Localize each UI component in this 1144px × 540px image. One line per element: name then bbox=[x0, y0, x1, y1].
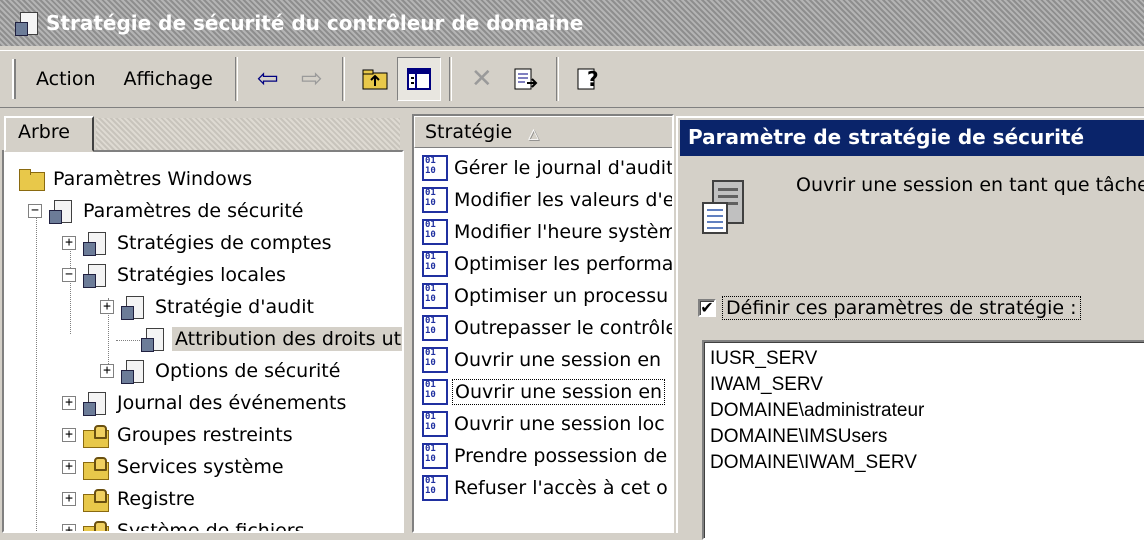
policy-list-pane[interactable]: Stratégie△ Gérer le journal d'audit Modi… bbox=[412, 114, 674, 533]
policy-setting-icon bbox=[422, 379, 448, 405]
tree-node-groupes-restreints[interactable]: + Groupes restreints bbox=[62, 420, 296, 450]
forward-icon[interactable]: ⇨ bbox=[290, 57, 334, 101]
policy-setting-icon bbox=[422, 251, 448, 277]
list-item[interactable]: Optimiser les performan bbox=[416, 248, 672, 280]
policy-name: Ouvrir une session en tant que tâche bbox=[796, 174, 1144, 196]
policy-setting-icon bbox=[422, 411, 448, 437]
tree-node-registre[interactable]: + Registre bbox=[62, 484, 198, 514]
expand-icon[interactable]: + bbox=[62, 524, 76, 531]
define-policy-checkbox[interactable]: ✔ Définir ces paramètres de stratégie : bbox=[698, 296, 1081, 320]
list-item[interactable]: Gérer le journal d'audit bbox=[416, 152, 672, 184]
tab-arbre[interactable]: Arbre bbox=[4, 116, 94, 152]
tree-node-services-systeme[interactable]: + Services système bbox=[62, 452, 287, 482]
svg-text:?: ? bbox=[587, 67, 599, 91]
policy-icon bbox=[120, 358, 146, 384]
locked-folder-icon bbox=[82, 518, 109, 531]
tree-node-strategies-locales[interactable]: − Stratégies locales bbox=[62, 260, 289, 290]
back-icon[interactable]: ⇦ bbox=[246, 57, 290, 101]
tab-strip bbox=[96, 118, 400, 150]
list-item-focused[interactable]: Ouvrir une session en bbox=[416, 376, 672, 408]
policy-icon bbox=[120, 294, 146, 320]
column-header-strategie[interactable]: Stratégie △ bbox=[414, 116, 672, 148]
tree-node-parametres-windows[interactable]: Paramètres Windows bbox=[18, 164, 255, 194]
collapse-icon[interactable]: − bbox=[62, 268, 76, 282]
list-item[interactable]: Modifier l'heure systèm bbox=[416, 216, 672, 248]
policy-setting-icon bbox=[422, 219, 448, 245]
help-icon[interactable]: ? bbox=[567, 57, 611, 101]
security-policy-dialog: Paramètre de stratégie de sécurité Ouvri… bbox=[676, 116, 1144, 540]
list-item[interactable]: DOMAINE\administrateur bbox=[710, 398, 1140, 424]
list-item[interactable]: Ouvrir une session en bbox=[416, 344, 672, 376]
expand-icon[interactable]: + bbox=[62, 396, 76, 410]
expand-icon[interactable]: + bbox=[100, 364, 114, 378]
toolbar-separator bbox=[555, 57, 559, 101]
toolbar-grip[interactable] bbox=[12, 59, 16, 99]
toolbar-separator bbox=[234, 57, 238, 101]
menu-affichage[interactable]: Affichage bbox=[110, 68, 227, 90]
list-item[interactable]: Modifier les valeurs d'e bbox=[416, 184, 672, 216]
folder-icon bbox=[18, 166, 45, 192]
locked-folder-icon bbox=[82, 454, 109, 480]
show-tree-icon[interactable] bbox=[396, 57, 441, 101]
list-item[interactable]: Ouvrir une session loc bbox=[416, 408, 672, 440]
expand-icon[interactable]: + bbox=[62, 236, 76, 250]
policy-setting-icon bbox=[422, 315, 448, 341]
document-shape bbox=[702, 202, 728, 234]
tree-node-attribution-droits[interactable]: Attribution des droits utilis bbox=[140, 324, 402, 354]
policy-setting-icon bbox=[422, 155, 448, 181]
collapse-icon[interactable]: − bbox=[28, 204, 42, 218]
list-item[interactable]: Optimiser un processu bbox=[416, 280, 672, 312]
users-listbox[interactable]: IUSR_SERV IWAM_SERV DOMAINE\administrate… bbox=[702, 340, 1144, 540]
tree-node-strategie-audit[interactable]: + Stratégie d'audit bbox=[100, 292, 317, 322]
tree-pane[interactable]: Paramètres Windows − Paramètres de sécur… bbox=[2, 150, 404, 533]
up-folder-icon[interactable] bbox=[353, 57, 397, 101]
toolbar-separator bbox=[341, 57, 345, 101]
list-item[interactable]: IUSR_SERV bbox=[710, 346, 1140, 372]
policy-setting-icon bbox=[422, 475, 448, 501]
sort-ascending-icon: △ bbox=[528, 126, 539, 142]
toolbar: Action Affichage ⇦ ⇨ ✕ ? bbox=[0, 50, 1144, 108]
export-icon[interactable] bbox=[504, 57, 548, 101]
list-item[interactable]: IWAM_SERV bbox=[710, 372, 1140, 398]
policy-icon bbox=[82, 262, 108, 288]
tree-node-parametres-securite[interactable]: − Paramètres de sécurité bbox=[28, 196, 306, 226]
list-item[interactable]: Refuser l'accès à cet o bbox=[416, 472, 672, 504]
dialog-title[interactable]: Paramètre de stratégie de sécurité bbox=[680, 120, 1144, 156]
checkbox-check-icon[interactable]: ✔ bbox=[698, 299, 716, 317]
tree-node-systeme-fichiers[interactable]: + Système de fichiers bbox=[62, 516, 308, 531]
tree-node-strategies-comptes[interactable]: + Stratégies de comptes bbox=[62, 228, 335, 258]
toolbar-separator bbox=[448, 57, 452, 101]
expand-icon[interactable]: + bbox=[62, 428, 76, 442]
tree-node-options-securite[interactable]: + Options de sécurité bbox=[100, 356, 343, 386]
list-item[interactable]: Prendre possession de bbox=[416, 440, 672, 472]
policy-server-icon bbox=[702, 180, 752, 236]
policy-setting-icon bbox=[422, 283, 448, 309]
locked-folder-icon bbox=[82, 422, 109, 448]
policy-setting-icon bbox=[422, 347, 448, 373]
expand-icon[interactable]: + bbox=[100, 300, 114, 314]
list-item[interactable]: DOMAINE\IMSUsers bbox=[710, 424, 1140, 450]
title-bar: Stratégie de sécurité du contrôleur de d… bbox=[0, 0, 1144, 46]
tree-connector bbox=[116, 340, 140, 341]
list-item[interactable]: Outrepasser le contrôle bbox=[416, 312, 672, 344]
policy-icon bbox=[140, 326, 166, 352]
app-icon bbox=[14, 10, 40, 36]
checkbox-label[interactable]: Définir ces paramètres de stratégie : bbox=[722, 296, 1081, 320]
expand-icon[interactable]: + bbox=[62, 460, 76, 474]
security-settings-icon bbox=[48, 198, 74, 224]
tree-connector bbox=[36, 206, 37, 531]
policy-setting-icon bbox=[422, 443, 448, 469]
menu-action[interactable]: Action bbox=[22, 68, 110, 90]
delete-icon[interactable]: ✕ bbox=[460, 57, 504, 101]
list-item[interactable]: DOMAINE\IWAM_SERV bbox=[710, 450, 1140, 476]
policy-icon bbox=[82, 390, 108, 416]
policy-icon bbox=[82, 230, 108, 256]
window-title: Stratégie de sécurité du contrôleur de d… bbox=[46, 11, 584, 35]
tree-node-journal-evenements[interactable]: + Journal des événements bbox=[62, 388, 349, 418]
policy-setting-icon bbox=[422, 187, 448, 213]
expand-icon[interactable]: + bbox=[62, 492, 76, 506]
locked-folder-icon bbox=[82, 486, 109, 512]
